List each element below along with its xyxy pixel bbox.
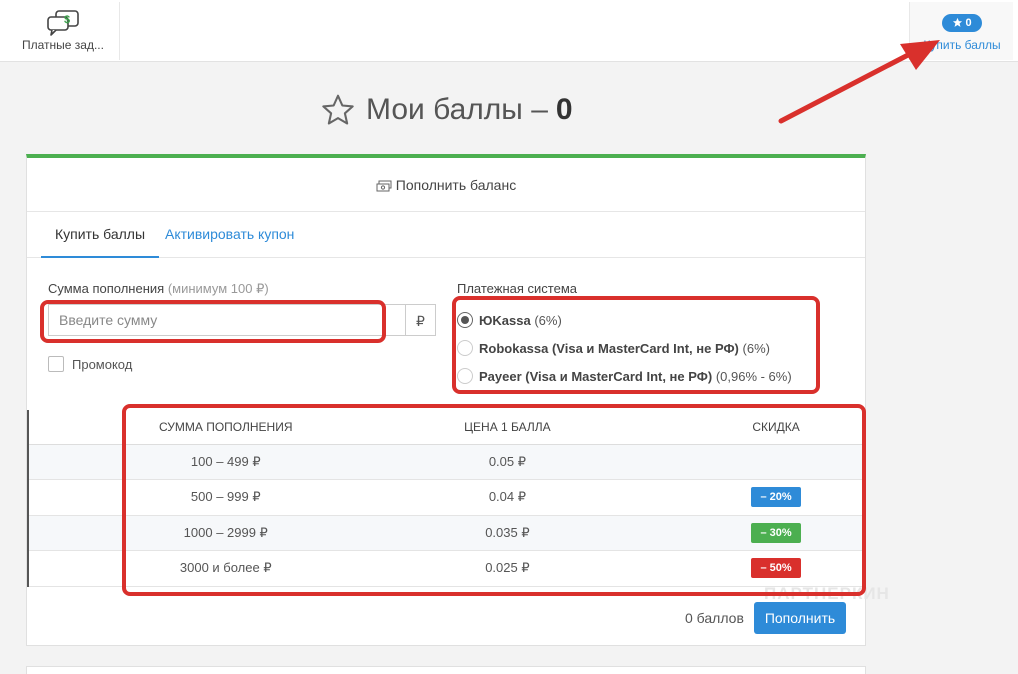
annotation-arrow [778,40,940,124]
arrow-shaft [778,52,911,124]
